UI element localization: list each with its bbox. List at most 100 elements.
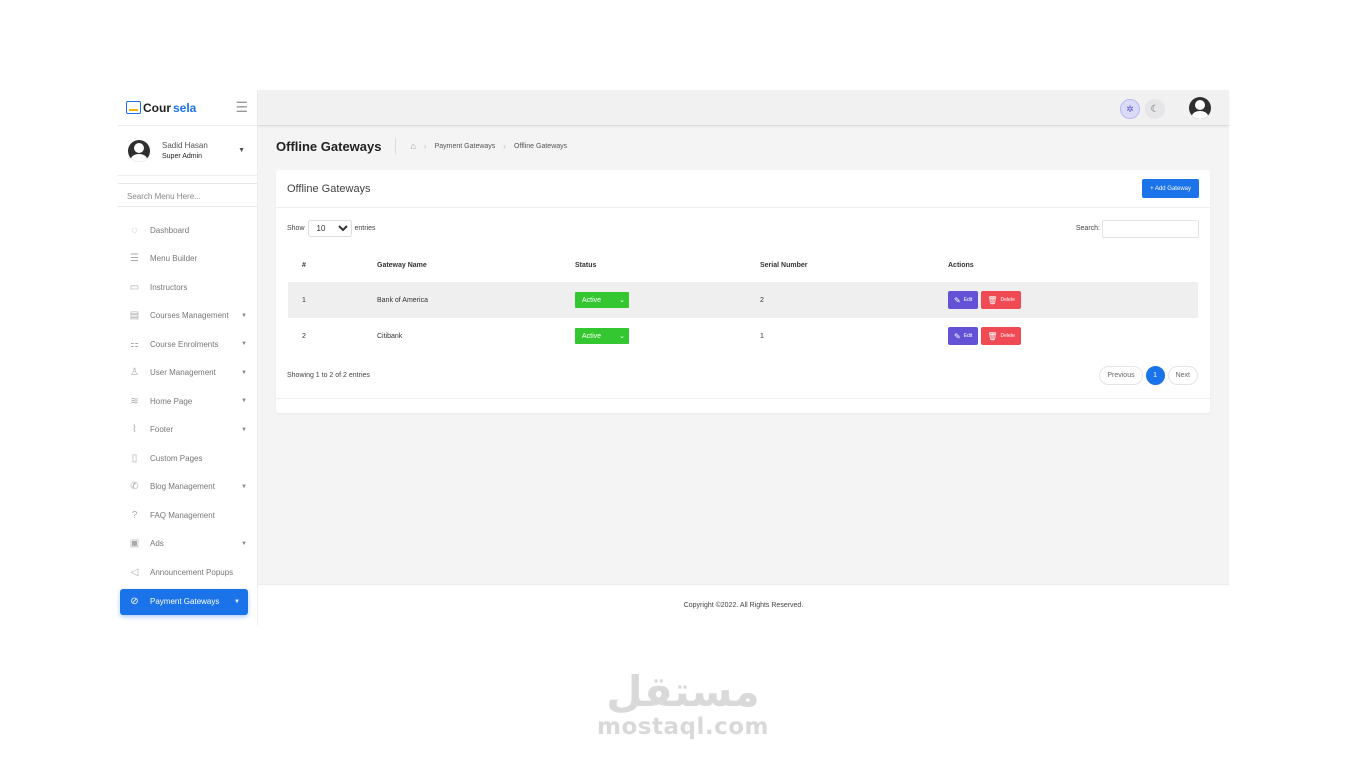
- delete-label: Delete: [1000, 333, 1015, 339]
- sidebar-item-footer[interactable]: ⌇ Footer ▼: [118, 416, 257, 445]
- edit-button[interactable]: ✎ Edit: [948, 291, 979, 309]
- sidebar-item-course-enrolments[interactable]: ⚏ Course Enrolments ▼: [118, 330, 257, 359]
- chevron-down-icon: ⌄: [619, 297, 625, 304]
- watermark-latin: mostaql.com: [597, 714, 769, 740]
- sidebar-item-label: Custom Pages: [150, 453, 203, 463]
- sidebar-item-label: User Management: [150, 368, 216, 378]
- chevron-down-icon[interactable]: ▼: [238, 147, 245, 154]
- sidebar-item-instructors[interactable]: ▭ Instructors: [118, 273, 257, 302]
- file-icon: ▯: [131, 452, 138, 464]
- avatar: [128, 139, 150, 162]
- cell-number: 1: [288, 282, 363, 318]
- sidebar-item-label: Blog Management: [150, 482, 215, 492]
- search-label: Search:: [1075, 225, 1100, 232]
- sidebar-item-courses-management[interactable]: ▤ Courses Management ▼: [118, 302, 257, 331]
- table-header-row: # Gateway Name Status Serial Number Acti…: [288, 248, 1198, 282]
- delete-label: Delete: [1000, 297, 1015, 303]
- page-title: Offline Gateways: [276, 138, 382, 154]
- sidebar-item-label: Payment Gateways: [150, 597, 220, 606]
- add-gateway-button[interactable]: + Add Gateway: [1142, 179, 1199, 198]
- chevron-right-icon: ›: [503, 141, 506, 151]
- cell-status: Active ⌄: [561, 282, 746, 318]
- card-divider: [276, 398, 1210, 399]
- edit-label: Edit: [963, 333, 973, 339]
- delete-button[interactable]: 🗑 Delete: [981, 291, 1021, 309]
- sidebar-item-dashboard[interactable]: ◌ Dashboard: [118, 216, 257, 245]
- table-row: 2 Citibank Active ⌄ 1 ✎ Edit 🗑 Delete: [288, 318, 1198, 354]
- status-select[interactable]: Active ⌄: [575, 292, 629, 308]
- sidebar-item-label: Courses Management: [150, 311, 229, 321]
- bullhorn-icon: ◁: [130, 566, 139, 578]
- status-value: Active: [582, 296, 602, 304]
- page-size-select[interactable]: 10: [307, 220, 352, 237]
- sidebar-item-custom-pages[interactable]: ▯ Custom Pages: [118, 444, 257, 473]
- users-class-icon: ⚏: [130, 338, 139, 350]
- user-profile[interactable]: Sadid Hasan Super Admin ▼: [118, 126, 257, 176]
- gateways-table: # Gateway Name Status Serial Number Acti…: [288, 248, 1198, 354]
- sidebar-item-blog-management[interactable]: ✆ Blog Management ▼: [118, 473, 257, 502]
- top-avatar[interactable]: [1189, 97, 1211, 119]
- hamburger-menu-icon[interactable]: ☰: [235, 99, 248, 116]
- sidebar-item-home-page[interactable]: ≋ Home Page ▼: [118, 387, 257, 416]
- edit-button[interactable]: ✎ Edit: [948, 327, 979, 345]
- pagination: Previous 1 Next: [1099, 366, 1198, 385]
- table-info: Showing 1 to 2 of 2 entries: [287, 372, 370, 379]
- cell-number: 2: [302, 332, 306, 340]
- book-icon: ▤: [129, 310, 140, 322]
- column-header-gateway-name[interactable]: Gateway Name: [363, 248, 561, 282]
- sidebar-item-menu-builder[interactable]: ☰ Menu Builder: [118, 245, 257, 274]
- topbar: ✲ ☾: [258, 90, 1229, 126]
- blog-icon: ✆: [130, 481, 139, 493]
- chevron-down-icon: ▼: [241, 483, 247, 490]
- column-header-status[interactable]: Status: [561, 248, 746, 282]
- chalkboard-teacher-icon: ▭: [129, 281, 140, 293]
- gateways-card: Offline Gateways + Add Gateway Show 10 e…: [276, 170, 1210, 413]
- entries-label: entries: [354, 225, 376, 232]
- column-header-actions: Actions: [948, 261, 974, 269]
- cell-status: Active ⌄: [561, 318, 746, 354]
- brand-logo[interactable]: Cour sela: [126, 101, 196, 115]
- next-page-button[interactable]: Next: [1167, 366, 1198, 385]
- previous-page-button[interactable]: Previous: [1099, 366, 1143, 385]
- sidebar-item-label: Dashboard: [150, 225, 190, 235]
- copyright-text: Copyright ©2022. All Rights Reserved.: [683, 601, 804, 609]
- sidebar-item-user-management[interactable]: ♙ User Management ▼: [118, 359, 257, 388]
- chevron-down-icon: ▼: [241, 540, 247, 547]
- card-title: Offline Gateways: [287, 182, 371, 195]
- layers-icon: ≋: [130, 395, 139, 407]
- palette-icon: ◌: [131, 224, 138, 236]
- cell-serial-number: 1: [760, 332, 764, 340]
- brand-name-part1: Cour: [143, 100, 171, 115]
- delete-button[interactable]: 🗑 Delete: [981, 327, 1021, 345]
- edit-icon: ✎: [954, 331, 961, 341]
- dark-mode-moon-icon[interactable]: ☾: [1145, 99, 1165, 119]
- breadcrumb: ⌂ › Payment Gateways › Offline Gateways: [410, 141, 567, 151]
- table-controls: Show 10 entries Search:: [276, 208, 1210, 238]
- show-label: Show: [287, 225, 305, 232]
- home-icon[interactable]: ⌂: [410, 141, 415, 151]
- page-1-button[interactable]: 1: [1145, 366, 1165, 385]
- search-input[interactable]: [1102, 219, 1199, 238]
- chevron-down-icon: ▼: [241, 426, 247, 433]
- status-select[interactable]: Active ⌄: [575, 328, 629, 344]
- sidebar-item-payment-gateways[interactable]: ⊘ Payment Gateways ▼: [120, 588, 248, 615]
- sidebar-item-label: Ads: [150, 539, 164, 549]
- shoe-icon: ⌇: [132, 424, 137, 436]
- column-header-serial-number[interactable]: Serial Number: [746, 248, 934, 282]
- sidebar-item-faq-management[interactable]: ? FAQ Management: [118, 501, 257, 530]
- users-icon: ♙: [130, 367, 139, 379]
- sidebar-item-label: Menu Builder: [150, 254, 198, 264]
- sidebar-search-input[interactable]: Search Menu Here...: [118, 183, 257, 207]
- breadcrumb-item-payment-gateways[interactable]: Payment Gateways: [435, 143, 496, 150]
- sidebar-item-announcement-popups[interactable]: ◁ Announcement Popups: [118, 558, 257, 587]
- sidebar-item-ads[interactable]: ▣ Ads ▼: [118, 530, 257, 559]
- table-search: Search:: [1075, 219, 1199, 238]
- chevron-down-icon: ▼: [241, 312, 247, 319]
- sidebar-item-label: FAQ Management: [150, 510, 215, 520]
- sidebar-item-label: Announcement Popups: [150, 567, 234, 577]
- sidebar-item-label: Instructors: [150, 282, 188, 292]
- watermark-arabic: مستقل: [606, 667, 760, 716]
- column-header-number[interactable]: #: [288, 248, 363, 282]
- light-mode-icon[interactable]: ✲: [1120, 99, 1140, 119]
- bars-icon: ☰: [130, 253, 139, 265]
